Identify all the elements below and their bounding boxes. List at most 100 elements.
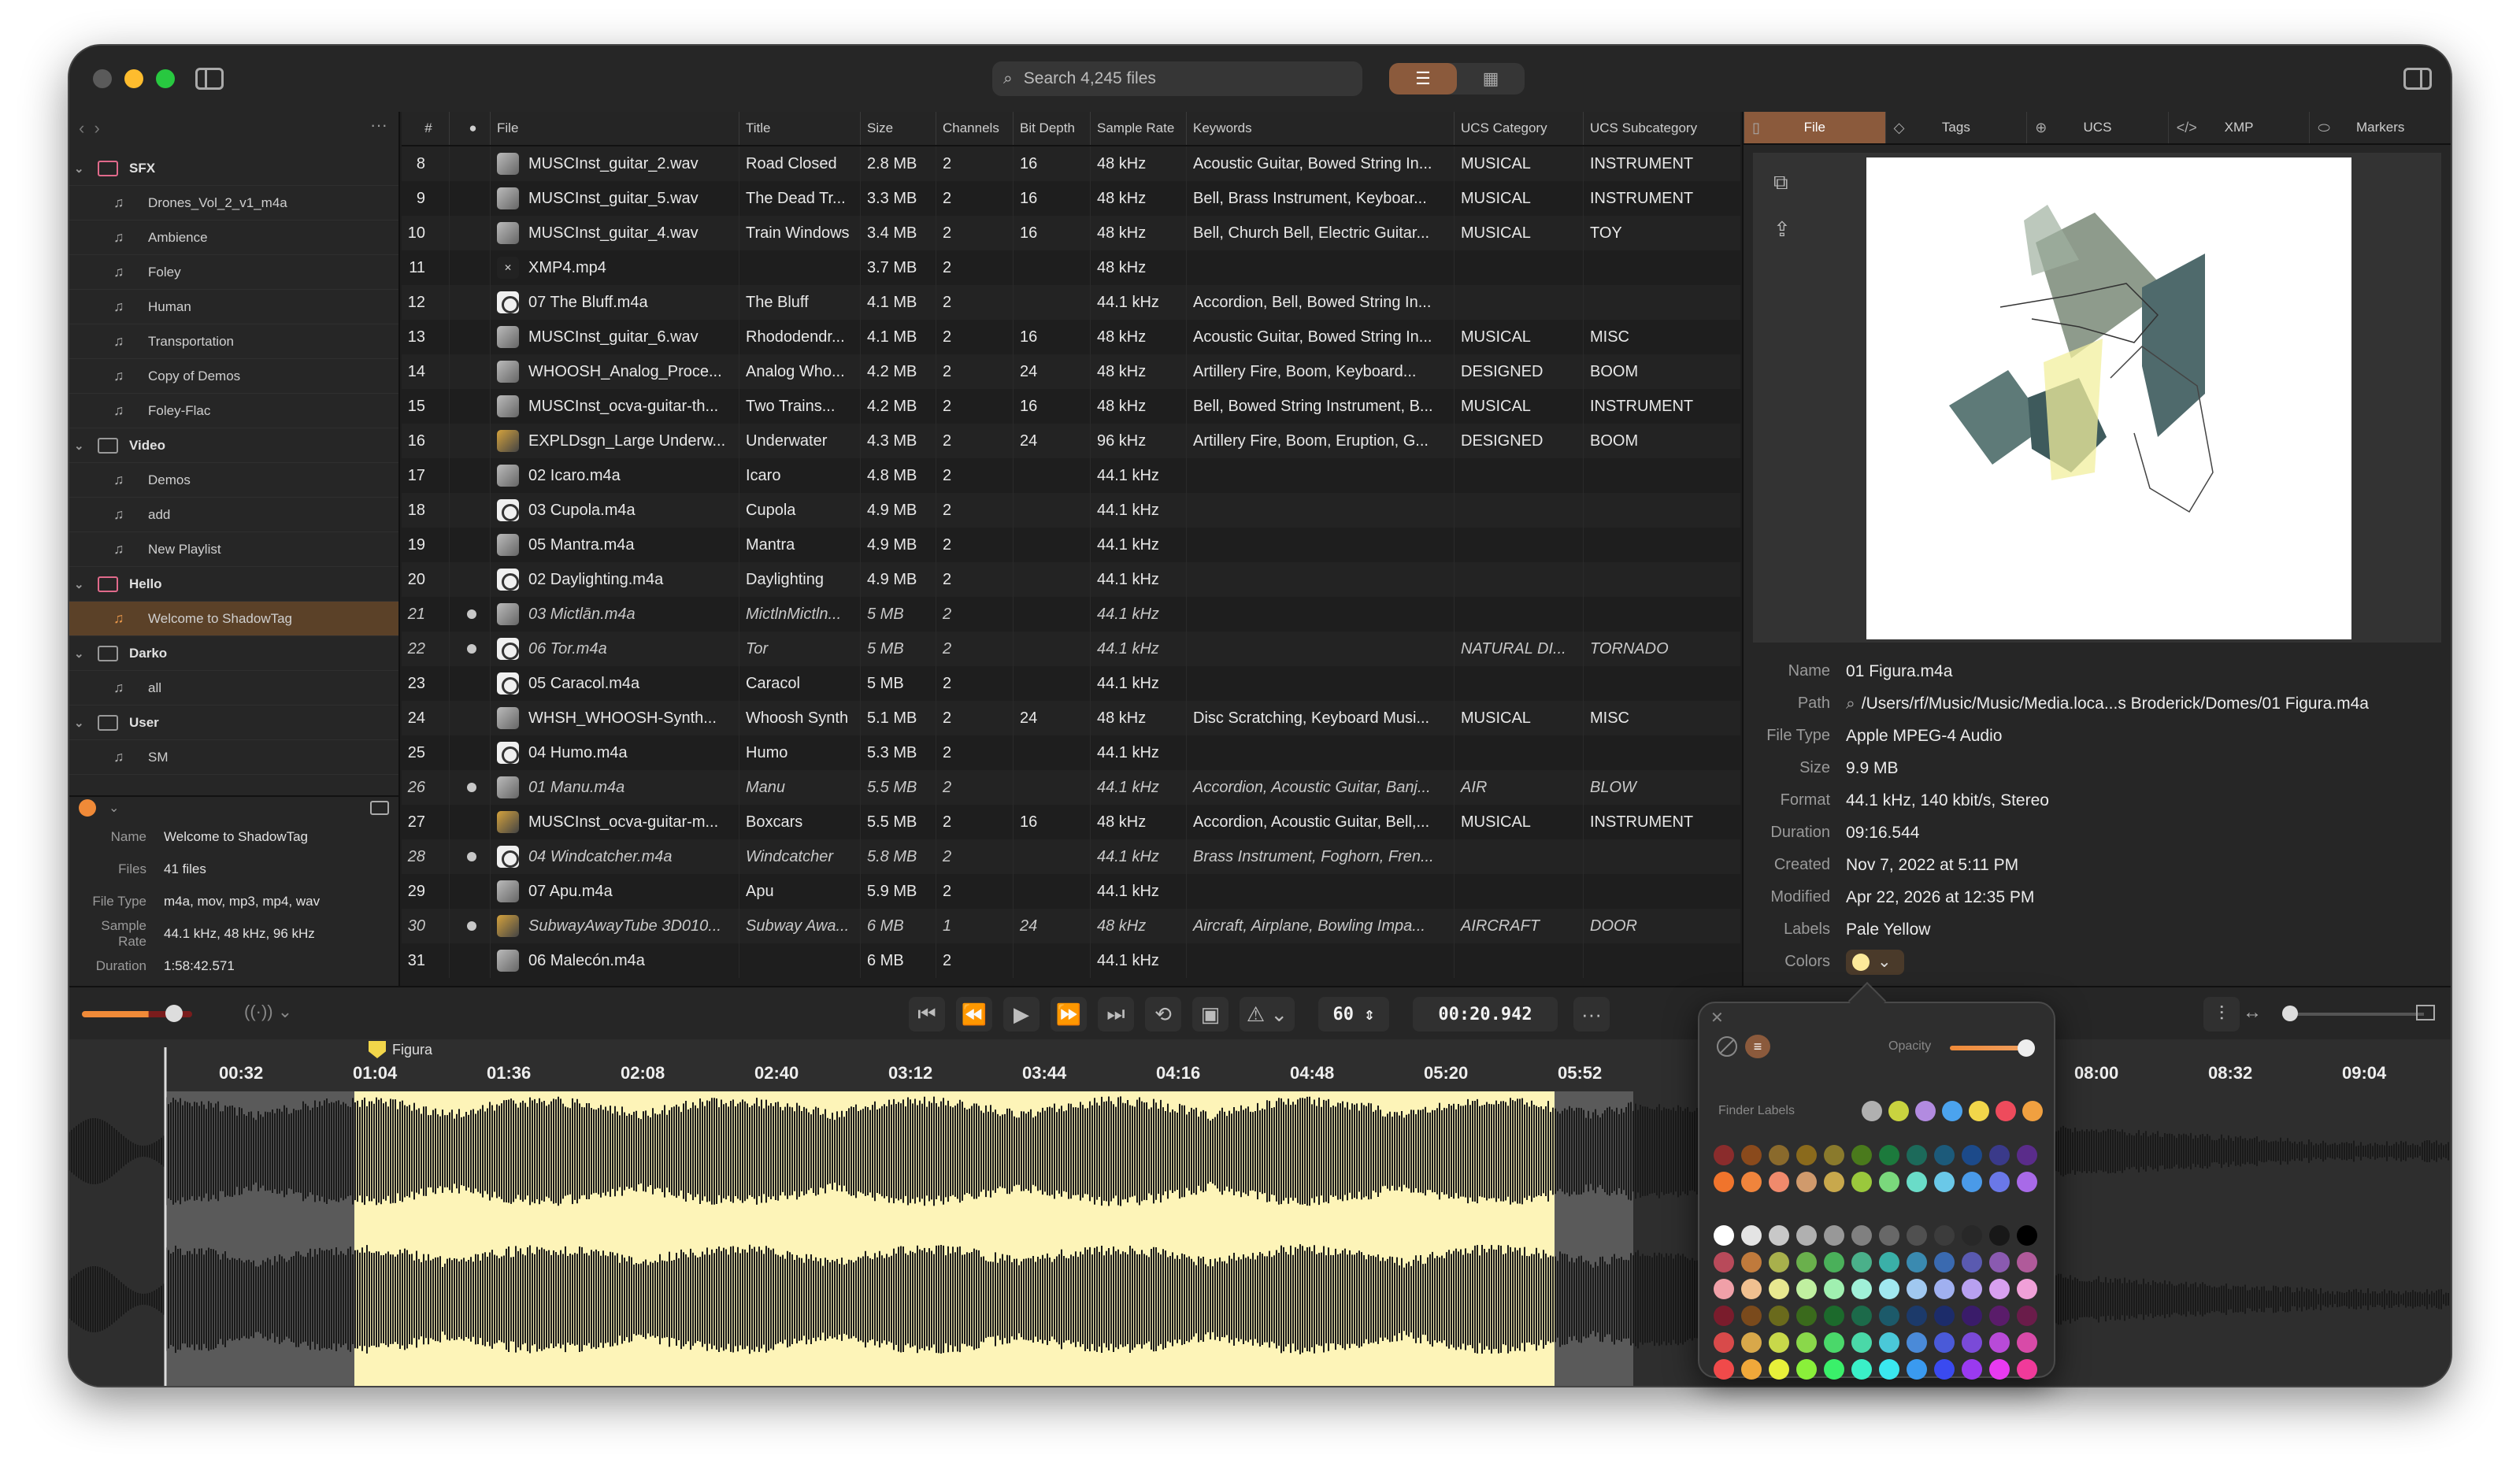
zoom-slider[interactable] <box>2282 1013 2424 1016</box>
color-swatch[interactable] <box>1934 1145 1955 1165</box>
color-swatch[interactable] <box>1851 1279 1872 1299</box>
volume-slider[interactable] <box>82 1011 192 1017</box>
color-swatch[interactable] <box>1934 1252 1955 1272</box>
sidebar-folder[interactable]: ⌄ User <box>69 706 398 740</box>
color-swatch[interactable] <box>1769 1252 1789 1272</box>
color-swatch[interactable] <box>1879 1172 1899 1192</box>
table-row[interactable]: 21 03 Mictlān.m4a MictlnMictln... 5 MB 2 44.1… <box>402 597 1740 632</box>
loop-icon[interactable]: ⟲ <box>1145 997 1181 1032</box>
color-swatch[interactable] <box>1714 1252 1734 1272</box>
tab-tags[interactable]: ◇ Tags <box>1885 112 2027 143</box>
color-swatch[interactable] <box>1907 1359 1927 1380</box>
color-swatch[interactable] <box>1907 1306 1927 1326</box>
column-header[interactable]: # <box>402 112 449 145</box>
minimize-window-button[interactable] <box>124 69 143 88</box>
chevron-down-icon[interactable]: ⌄ <box>74 161 84 176</box>
color-swatch[interactable] <box>1851 1306 1872 1326</box>
table-row[interactable]: 25 04 Humo.m4a Humo 5.3 MB 2 44.1 kHz <box>402 735 1740 770</box>
table-row[interactable]: 16 EXPLDsgn_Large Underw... Underwater 4.3 … <box>402 424 1740 458</box>
color-swatch[interactable] <box>1851 1332 1872 1353</box>
color-swatch[interactable] <box>1824 1225 1844 1246</box>
color-swatch[interactable] <box>1962 1172 1982 1192</box>
color-swatch[interactable] <box>1741 1332 1762 1353</box>
table-row[interactable]: 14 WHOOSH_Analog_Proce... Analog Who... 4.2… <box>402 354 1740 389</box>
close-icon[interactable]: ✕ <box>1710 1008 1724 1028</box>
sidebar-toggle-icon[interactable] <box>195 68 224 90</box>
finder-label-swatch[interactable] <box>1942 1101 1962 1121</box>
color-swatch[interactable] <box>1824 1172 1844 1192</box>
magnifier-icon[interactable]: ⌕ <box>1846 695 1855 713</box>
color-swatch[interactable] <box>2017 1279 2037 1299</box>
table-row[interactable]: 10 MUSCInst_guitar_4.wav Train Windows 3.4 … <box>402 216 1740 250</box>
column-header[interactable]: Bit Depth <box>1013 112 1090 145</box>
column-header[interactable]: Title <box>739 112 860 145</box>
color-swatch[interactable] <box>1796 1225 1817 1246</box>
color-swatch[interactable] <box>1824 1252 1844 1272</box>
color-swatch[interactable] <box>1934 1225 1955 1246</box>
sidebar-more-icon[interactable]: ··· <box>370 115 387 135</box>
color-swatch[interactable] <box>1907 1172 1927 1192</box>
sidebar-playlist[interactable]: ♫ Foley <box>69 255 398 290</box>
color-label-dot[interactable] <box>79 799 96 817</box>
color-swatch[interactable] <box>1851 1225 1872 1246</box>
copy-artwork-icon[interactable]: ⧉ <box>1773 170 1797 194</box>
color-swatch[interactable] <box>1851 1145 1872 1165</box>
color-swatch[interactable] <box>1907 1225 1927 1246</box>
table-row[interactable]: 12 07 The Bluff.m4a The Bluff 4.1 MB 2 44.1 k… <box>402 285 1740 320</box>
sidebar-playlist[interactable]: ♫ SM <box>69 740 398 775</box>
table-row[interactable]: 9 MUSCInst_guitar_5.wav The Dead Tr... 3.3 … <box>402 181 1740 216</box>
table-row[interactable]: 27 MUSCInst_ocva-guitar-m... Boxcars 5.5 MB… <box>402 805 1740 839</box>
color-swatch[interactable] <box>1907 1252 1927 1272</box>
color-swatch[interactable] <box>1989 1359 2010 1380</box>
color-swatch[interactable] <box>1714 1172 1734 1192</box>
color-swatch[interactable] <box>1796 1306 1817 1326</box>
waveform-view[interactable]: Figura 00:32 01:04 01:36 02:08 02:40 03:12 03:… <box>69 1039 2451 1386</box>
table-row[interactable]: 28 04 Windcatcher.m4a Windcatcher 5.8 MB 2 44… <box>402 839 1740 874</box>
chevron-down-icon[interactable]: ⌄ <box>74 439 84 453</box>
color-swatch[interactable] <box>1769 1279 1789 1299</box>
color-swatch[interactable] <box>1989 1279 2010 1299</box>
table-row[interactable]: 11 ✕ XMP4.mp4 3.7 MB 2 48 kHz <box>402 250 1740 285</box>
skip-to-end-icon[interactable]: ⏭ <box>1098 997 1134 1032</box>
sidebar-folder[interactable]: ⌄ Hello <box>69 567 398 602</box>
color-swatch[interactable] <box>1741 1145 1762 1165</box>
color-swatch[interactable] <box>2017 1145 2037 1165</box>
waveform-icon[interactable]: ⫶ <box>2203 997 2240 1032</box>
table-row[interactable]: 30 SubwayAwayTube 3D010... Subway Awa... 6 … <box>402 909 1740 943</box>
color-swatch[interactable] <box>1769 1306 1789 1326</box>
color-swatch[interactable] <box>1879 1359 1899 1380</box>
table-row[interactable]: 19 05 Mantra.m4a Mantra 4.9 MB 2 44.1 kHz <box>402 528 1740 562</box>
column-header[interactable]: UCS Subcategory <box>1583 112 1740 145</box>
color-swatch[interactable] <box>1934 1359 1955 1380</box>
skip-to-start-icon[interactable]: ⏮ <box>909 997 945 1032</box>
close-window-button[interactable] <box>93 69 112 88</box>
back-forward-arrows[interactable]: ‹ › <box>79 118 100 139</box>
chevron-down-icon[interactable]: ⌄ <box>74 646 84 661</box>
color-swatch[interactable] <box>1714 1332 1734 1353</box>
tab-ucs[interactable]: ⊕ UCS <box>2026 112 2168 143</box>
output-device-icon[interactable]: ((·)) ⌄ <box>244 1002 292 1022</box>
color-swatch[interactable] <box>1962 1225 1982 1246</box>
column-header[interactable]: Size <box>860 112 936 145</box>
color-swatch[interactable] <box>1714 1145 1734 1165</box>
color-swatch[interactable] <box>1851 1172 1872 1192</box>
finder-label-swatch[interactable] <box>1996 1101 2016 1121</box>
opacity-slider[interactable] <box>1950 1046 2029 1050</box>
color-swatch[interactable] <box>1824 1359 1844 1380</box>
tab-file[interactable]: ▯ File <box>1744 112 1885 143</box>
color-swatch[interactable] <box>1962 1332 1982 1353</box>
color-swatch[interactable] <box>2017 1225 2037 1246</box>
record-to-clipboard-icon[interactable]: ▣ <box>1192 997 1228 1032</box>
color-swatch[interactable] <box>1741 1225 1762 1246</box>
opacity-knob[interactable] <box>2018 1039 2035 1057</box>
color-swatch[interactable] <box>2017 1359 2037 1380</box>
color-swatch[interactable] <box>1851 1252 1872 1272</box>
tab-xmp[interactable]: </> XMP <box>2168 112 2310 143</box>
tab-markers[interactable]: ⬭ Markers <box>2309 112 2451 143</box>
color-swatch[interactable] <box>2017 1172 2037 1192</box>
sidebar-folder[interactable]: ⌄ SFX <box>69 151 398 186</box>
color-swatch[interactable] <box>1962 1306 1982 1326</box>
volume-knob[interactable] <box>165 1005 183 1022</box>
finder-label-swatch[interactable] <box>1862 1101 1882 1121</box>
color-swatch[interactable] <box>1989 1172 2010 1192</box>
